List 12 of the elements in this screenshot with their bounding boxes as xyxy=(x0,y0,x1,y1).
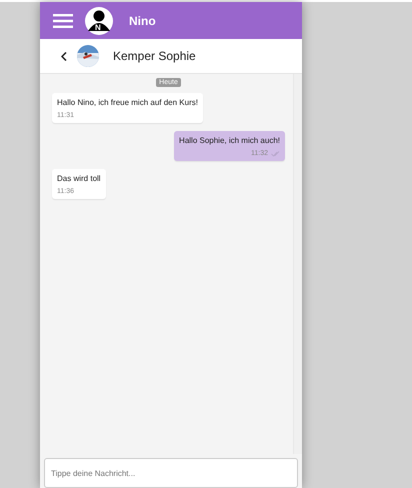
scrollbar[interactable] xyxy=(293,74,302,454)
check-icon xyxy=(271,150,280,156)
message-field[interactable]: Tippe deine Nachricht... xyxy=(44,458,298,488)
user-name: Nino xyxy=(129,14,156,28)
message-text: Das wird toll xyxy=(57,174,101,183)
avatar-letter: N xyxy=(95,22,101,32)
back-icon[interactable] xyxy=(61,52,67,60)
message-text: Hallo Nino, ich freue mich auf den Kurs! xyxy=(57,98,198,107)
person-icon xyxy=(85,6,113,34)
menu-icon[interactable] xyxy=(53,14,73,28)
message-text: Hallo Sophie, ich mich auch! xyxy=(179,136,280,145)
contact-name: Kemper Sophie xyxy=(113,49,196,63)
